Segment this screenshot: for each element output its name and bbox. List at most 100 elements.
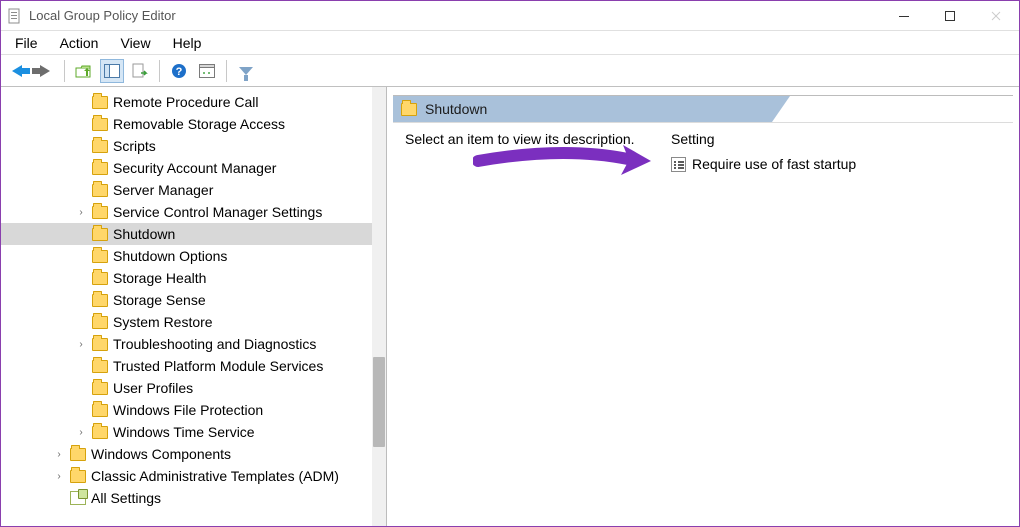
folder-icon <box>92 140 108 153</box>
tree-item[interactable]: Shutdown <box>1 223 386 245</box>
tree-pane: Remote Procedure Call Removable Storage A… <box>1 87 387 526</box>
tree-item-label: Scripts <box>113 138 156 154</box>
tree-item[interactable]: › Service Control Manager Settings <box>1 201 386 223</box>
caret-icon[interactable]: › <box>53 449 65 460</box>
scrollbar-thumb[interactable] <box>373 357 385 447</box>
tree-item[interactable]: Scripts <box>1 135 386 157</box>
tree-item[interactable]: All Settings <box>1 487 386 509</box>
tree-item[interactable]: › Classic Administrative Templates (ADM) <box>1 465 386 487</box>
policy-setting-icon <box>671 157 686 172</box>
tree-item[interactable]: Trusted Platform Module Services <box>1 355 386 377</box>
caret-icon[interactable]: › <box>75 339 87 350</box>
menu-view[interactable]: View <box>110 33 160 53</box>
tree-item-label: Storage Sense <box>113 292 206 308</box>
tree-item[interactable]: Shutdown Options <box>1 245 386 267</box>
properties-icon <box>199 64 215 78</box>
svg-text:?: ? <box>176 66 183 78</box>
tree-item-label: Troubleshooting and Diagnostics <box>113 336 316 352</box>
close-button[interactable] <box>973 1 1019 31</box>
tree-item-label: Windows Components <box>91 446 231 462</box>
menu-action[interactable]: Action <box>50 33 109 53</box>
titlebar-left: Local Group Policy Editor <box>7 8 176 24</box>
tree-item[interactable]: Remote Procedure Call <box>1 91 386 113</box>
folder-icon <box>92 316 108 329</box>
tree-item[interactable]: Removable Storage Access <box>1 113 386 135</box>
tree-item-label: All Settings <box>91 490 161 506</box>
up-button[interactable] <box>72 59 96 83</box>
folder-icon <box>92 184 108 197</box>
folder-icon <box>92 338 108 351</box>
tree-item-label: Windows File Protection <box>113 402 263 418</box>
setting-label: Require use of fast startup <box>692 156 856 172</box>
tree-item-label: Classic Administrative Templates (ADM) <box>91 468 339 484</box>
folder-icon <box>70 470 86 483</box>
folder-icon <box>92 382 108 395</box>
menu-help[interactable]: Help <box>163 33 212 53</box>
tree-item-label: Removable Storage Access <box>113 116 285 132</box>
folder-icon <box>92 228 108 241</box>
tree-scrollbar[interactable] <box>372 87 386 526</box>
tree-item[interactable]: Server Manager <box>1 179 386 201</box>
tree-item-label: Shutdown Options <box>113 248 227 264</box>
tree-item[interactable]: › Troubleshooting and Diagnostics <box>1 333 386 355</box>
settings-column-header[interactable]: Setting <box>671 131 1001 147</box>
folder-up-icon <box>75 63 93 79</box>
folder-icon <box>92 426 108 439</box>
export-button[interactable] <box>128 59 152 83</box>
caret-icon[interactable]: › <box>75 207 87 218</box>
maximize-button[interactable] <box>927 1 973 31</box>
separator <box>226 60 227 82</box>
description-text: Select an item to view its description. <box>405 131 635 147</box>
folder-icon <box>92 272 108 285</box>
menu-file[interactable]: File <box>5 33 48 53</box>
forward-button[interactable] <box>33 59 57 83</box>
tree-item-label: System Restore <box>113 314 213 330</box>
folder-icon <box>401 103 417 116</box>
folder-icon <box>92 404 108 417</box>
tree-item[interactable]: › Windows Components <box>1 443 386 465</box>
separator <box>159 60 160 82</box>
tree-item[interactable]: Windows File Protection <box>1 399 386 421</box>
show-hide-tree-button[interactable] <box>100 59 124 83</box>
folder-icon <box>70 448 86 461</box>
tree-item[interactable]: System Restore <box>1 311 386 333</box>
app-icon <box>7 8 23 24</box>
caret-icon[interactable]: › <box>75 427 87 438</box>
tree-item-label: Storage Health <box>113 270 206 286</box>
tree-item-label: User Profiles <box>113 380 193 396</box>
tree-item-label: Shutdown <box>113 226 175 242</box>
caret-icon[interactable]: › <box>53 471 65 482</box>
folder-icon <box>92 294 108 307</box>
filter-button[interactable] <box>234 59 258 83</box>
tree-item[interactable]: Storage Sense <box>1 289 386 311</box>
properties-button[interactable] <box>195 59 219 83</box>
panel-icon <box>104 64 120 78</box>
help-button[interactable]: ? <box>167 59 191 83</box>
back-button[interactable] <box>5 59 29 83</box>
setting-row[interactable]: Require use of fast startup <box>671 153 1001 175</box>
titlebar: Local Group Policy Editor <box>1 1 1019 31</box>
details-header: Shutdown <box>393 96 773 122</box>
tree-item[interactable]: Security Account Manager <box>1 157 386 179</box>
folder-icon <box>92 96 108 109</box>
tree[interactable]: Remote Procedure Call Removable Storage A… <box>1 91 386 509</box>
window-controls <box>881 1 1019 31</box>
arrow-right-icon <box>40 65 50 77</box>
minimize-button[interactable] <box>881 1 927 31</box>
separator <box>64 60 65 82</box>
window-root: Local Group Policy Editor File Action Vi… <box>0 0 1020 527</box>
tree-item[interactable]: Storage Health <box>1 267 386 289</box>
settings-column: Setting Require use of fast startup <box>671 131 1001 175</box>
details-body: Select an item to view its description. … <box>393 122 1013 183</box>
help-icon: ? <box>171 63 187 79</box>
tree-item-label: Service Control Manager Settings <box>113 204 322 220</box>
tree-item-label: Trusted Platform Module Services <box>113 358 323 374</box>
folder-icon <box>92 250 108 263</box>
toolbar: ? <box>1 55 1019 87</box>
description-column: Select an item to view its description. <box>405 131 645 175</box>
menubar: File Action View Help <box>1 31 1019 55</box>
all-settings-icon <box>70 491 86 505</box>
tree-item[interactable]: › Windows Time Service <box>1 421 386 443</box>
tree-item-label: Windows Time Service <box>113 424 255 440</box>
tree-item[interactable]: User Profiles <box>1 377 386 399</box>
